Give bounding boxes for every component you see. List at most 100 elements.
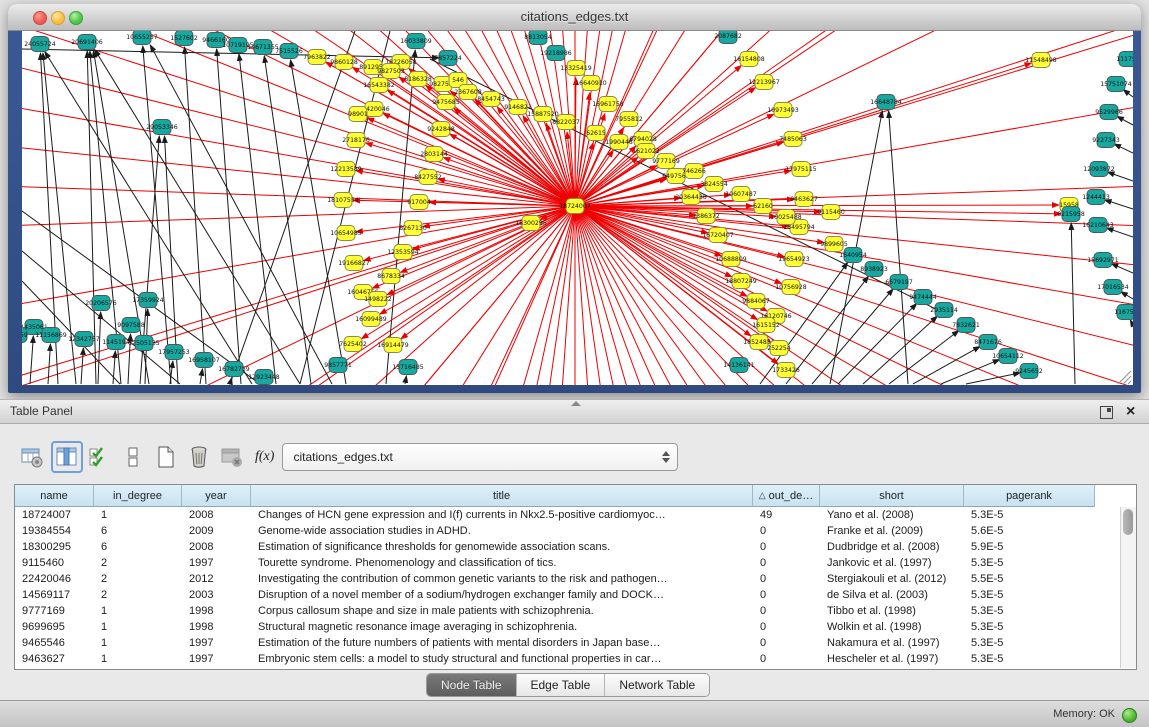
graph-node-yellow[interactable]: 2718176 xyxy=(342,133,370,148)
table-cell[interactable]: Franke et al. (2009) xyxy=(820,523,964,539)
table-cell[interactable]: Disruption of a novel member of a sodium… xyxy=(251,587,753,603)
table-row[interactable]: 911546021997Tourette syndrome. Phenomeno… xyxy=(15,555,1136,571)
graph-node-yellow[interactable]: 3824554 xyxy=(700,177,728,192)
panel-resize-handle[interactable] xyxy=(571,401,581,406)
table-cell[interactable]: Estimation of significance thresholds fo… xyxy=(251,539,753,555)
graph-node-teal[interactable]: 15751074 xyxy=(1100,77,1132,92)
graph-node-teal[interactable]: 16782759 xyxy=(218,362,250,377)
table-row[interactable]: 1872400712008Changes of HCN gene express… xyxy=(15,507,1136,523)
graph-node-yellow[interactable]: 18107554 xyxy=(327,193,359,208)
table-cell[interactable]: 9777169 xyxy=(15,603,94,619)
graph-node-teal[interactable]: 16033809 xyxy=(400,34,432,49)
graph-node-teal[interactable]: 29053346 xyxy=(146,120,178,135)
table-cell[interactable]: Yano et al. (2008) xyxy=(820,507,964,523)
table-cell[interactable]: 2 xyxy=(94,587,182,603)
table-cell[interactable]: 5.6E-5 xyxy=(964,523,1095,539)
graph-node-yellow[interactable]: 12353594 xyxy=(387,245,419,260)
column-header-out_de[interactable]: △out_de… xyxy=(753,485,820,507)
table-cell[interactable]: Embryonic stem cells: a model to study s… xyxy=(251,651,753,667)
scrollbar-thumb[interactable] xyxy=(1123,509,1133,535)
table-cell[interactable]: 2008 xyxy=(182,507,251,523)
memory-status-indicator-icon[interactable] xyxy=(1122,708,1137,723)
graph-node-teal[interactable]: 1244413 xyxy=(1082,190,1110,205)
minimize-window-button[interactable] xyxy=(51,11,65,25)
table-cell[interactable]: Jankovic et al. (1997) xyxy=(820,555,964,571)
graph-node-yellow[interactable]: 746266 xyxy=(682,164,706,179)
graph-node-yellow[interactable]: 19654923 xyxy=(778,252,810,267)
table-row[interactable]: 1938455462009Genome-wide association stu… xyxy=(15,523,1136,539)
graph-node-yellow[interactable]: 10654985 xyxy=(330,226,362,241)
table-cell[interactable]: 49 xyxy=(753,507,820,523)
table-cell[interactable]: 5.9E-5 xyxy=(964,539,1095,555)
zoom-window-button[interactable] xyxy=(69,11,83,25)
table-cell[interactable]: Tibbo et al. (1998) xyxy=(820,603,964,619)
graph-node-teal[interactable]: 9097588 xyxy=(117,318,145,333)
graph-node-teal[interactable]: 6679197 xyxy=(885,275,913,290)
table-cell[interactable]: Corpus callosum shape and size in male p… xyxy=(251,603,753,619)
table-cell[interactable]: 14569117 xyxy=(15,587,94,603)
table-cell[interactable]: 0 xyxy=(753,523,820,539)
graph-node-yellow[interactable]: 11548498 xyxy=(1025,53,1057,68)
graph-node-teal[interactable]: 20691406 xyxy=(71,35,103,50)
graph-node-teal[interactable]: 111753 xyxy=(1116,52,1133,67)
table-row[interactable]: 969969511998Structural magnetic resonanc… xyxy=(15,619,1136,635)
table-cell[interactable]: 2009 xyxy=(182,523,251,539)
graph-node-yellow[interactable]: 8678334 xyxy=(377,269,405,284)
graph-node-teal[interactable]: 9245652 xyxy=(1015,364,1043,379)
graph-node-teal[interactable]: 116753 xyxy=(1114,305,1133,320)
table-options-icon[interactable] xyxy=(18,443,46,471)
table-cell[interactable]: de Silva et al. (2003) xyxy=(820,587,964,603)
graph-node-teal[interactable]: 1145194 xyxy=(102,335,130,350)
tab-node-table[interactable]: Node Table xyxy=(427,674,517,696)
table-cell[interactable]: 1 xyxy=(94,651,182,667)
table-cell[interactable]: Nakamura et al. (1997) xyxy=(820,635,964,651)
graph-node-teal[interactable]: 12505135 xyxy=(128,336,160,351)
graph-node-yellow[interactable]: 16914479 xyxy=(377,338,409,353)
table-cell[interactable]: 9115460 xyxy=(15,555,94,571)
window-titlebar[interactable]: citations_edges.txt xyxy=(8,4,1141,31)
table-cell[interactable]: 1997 xyxy=(182,635,251,651)
table-cell[interactable]: Wolkin et al. (1998) xyxy=(820,619,964,635)
table-cell[interactable]: 5.3E-5 xyxy=(964,555,1095,571)
clear-selection-icon[interactable] xyxy=(119,443,147,471)
table-cell[interactable]: 0 xyxy=(753,571,820,587)
table-cell[interactable]: 0 xyxy=(753,603,820,619)
table-cell[interactable]: Investigating the contribution of common… xyxy=(251,571,753,587)
network-canvas[interactable]: 1872400724055724206914061065525715276029… xyxy=(22,31,1133,385)
graph-node-yellow[interactable]: 917004 xyxy=(407,195,431,210)
graph-node-yellow[interactable]: 98901 xyxy=(348,107,368,122)
table-cell[interactable]: 1 xyxy=(94,507,182,523)
float-panel-icon[interactable] xyxy=(1100,406,1113,419)
table-cell[interactable]: 1 xyxy=(94,603,182,619)
graph-node-yellow[interactable]: 10756928 xyxy=(775,280,807,295)
table-row[interactable]: 1830029562008Estimation of significance … xyxy=(15,539,1136,555)
graph-node-yellow[interactable]: 2803144 xyxy=(420,147,448,162)
function-builder-icon[interactable]: f(x) xyxy=(255,449,274,465)
table-cell[interactable]: 5.5E-5 xyxy=(964,571,1095,587)
table-cell[interactable]: 0 xyxy=(753,555,820,571)
table-cell[interactable]: 1998 xyxy=(182,619,251,635)
tab-edge-table[interactable]: Edge Table xyxy=(517,674,606,696)
close-window-button[interactable] xyxy=(33,11,47,25)
graph-node-teal[interactable]: 10655257 xyxy=(126,31,158,45)
graph-node-yellow[interactable]: 9463627 xyxy=(790,192,818,207)
table-cell[interactable]: 1997 xyxy=(182,555,251,571)
table-cell[interactable]: 5.3E-5 xyxy=(964,507,1095,523)
table-cell[interactable]: Hescheler et al. (1997) xyxy=(820,651,964,667)
table-cell[interactable]: 6 xyxy=(94,523,182,539)
table-cell[interactable]: 1 xyxy=(94,619,182,635)
table-cell[interactable]: 1997 xyxy=(182,651,251,667)
table-row[interactable]: 1456911722003Disruption of a novel membe… xyxy=(15,587,1136,603)
graph-node-yellow[interactable]: 16099489 xyxy=(355,312,387,327)
table-cell[interactable]: 2 xyxy=(94,555,182,571)
column-header-name[interactable]: name xyxy=(15,485,94,507)
table-cell[interactable]: 0 xyxy=(753,651,820,667)
vertical-scrollbar[interactable] xyxy=(1120,507,1136,668)
table-cell[interactable]: 0 xyxy=(753,587,820,603)
graph-node-teal[interactable]: 9227343 xyxy=(1092,133,1120,148)
show-columns-icon[interactable] xyxy=(51,441,83,473)
column-header-title[interactable]: title xyxy=(251,485,753,507)
table-cell[interactable]: Stergiakouli et al. (2012) xyxy=(820,571,964,587)
table-cell[interactable]: 5.3E-5 xyxy=(964,619,1095,635)
network-graph[interactable]: 1872400724055724206914061065525715276029… xyxy=(22,31,1133,385)
